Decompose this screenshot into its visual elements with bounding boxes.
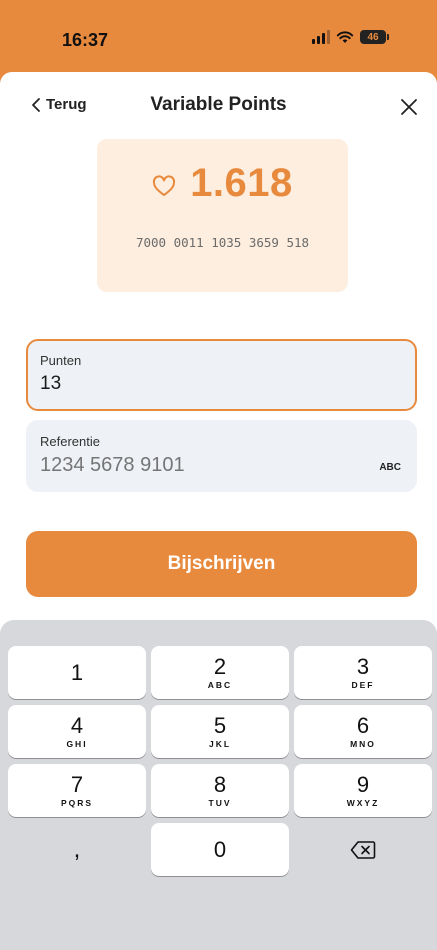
comma-label: , (73, 835, 81, 863)
points-card: 1.618 7000 0011 1035 3659 518 (97, 139, 348, 292)
close-icon[interactable] (398, 96, 420, 118)
key-digit: 9 (356, 772, 370, 797)
key-delete[interactable] (294, 823, 432, 876)
delete-icon (350, 840, 376, 859)
card-number: 7000 0011 1035 3659 518 (135, 235, 310, 250)
wifi-icon (336, 31, 354, 43)
key-letters: MNO (350, 739, 376, 749)
status-time: 16:37 (62, 30, 109, 50)
key-digit: 1 (70, 659, 84, 685)
key-0[interactable]: 0 (151, 823, 289, 876)
key-letters: PQRS (60, 798, 94, 808)
bijschrijven-button[interactable]: Bijschrijven (26, 531, 417, 597)
key-6[interactable]: 6 MNO (294, 705, 432, 758)
key-letters: WXYZ (346, 798, 380, 808)
key-letters: ABC (207, 680, 233, 690)
key-digit: 5 (213, 713, 227, 738)
key-letters: GHI (66, 739, 88, 749)
key-4[interactable]: 4 GHI (8, 705, 146, 758)
signal-icon (312, 30, 330, 44)
keyboard-type-badge[interactable]: ABC (379, 462, 401, 473)
key-digit: 2 (213, 654, 227, 679)
key-digit: 3 (356, 654, 370, 679)
battery-icon: 46 (360, 30, 389, 44)
heart-icon (153, 174, 176, 196)
status-icons: 46 (312, 30, 389, 44)
key-3[interactable]: 3 DEF (294, 646, 432, 699)
sheet: Variable Points Terug 1.618 7000 0011 10… (0, 72, 437, 950)
referentie-input[interactable] (40, 454, 340, 477)
key-2[interactable]: 2 ABC (151, 646, 289, 699)
key-letters: JKL (208, 739, 232, 749)
key-letters: DEF (351, 680, 375, 690)
back-button[interactable]: Terug (30, 96, 87, 113)
punten-input[interactable]: 13 (40, 373, 340, 395)
key-8[interactable]: 8 TUV (151, 764, 289, 817)
key-digit: 0 (213, 836, 227, 862)
punten-label: Punten (40, 353, 82, 368)
punten-field[interactable]: Punten 13 (26, 339, 417, 411)
key-7[interactable]: 7 PQRS (8, 764, 146, 817)
status-bar: 16:37 46 (0, 0, 437, 76)
key-digit: 6 (356, 713, 370, 738)
key-5[interactable]: 5 JKL (151, 705, 289, 758)
key-digit: 4 (70, 713, 84, 738)
numeric-keyboard: 1 2 ABC 3 DEF 4 GHI 5 JKL 6 MNO 7 PQRS 8… (0, 620, 437, 950)
referentie-label: Referentie (40, 434, 100, 449)
key-1[interactable]: 1 (8, 646, 146, 699)
key-comma[interactable]: , (8, 823, 146, 876)
back-label: Terug (46, 96, 87, 113)
points-value: 1.618 (190, 161, 293, 205)
key-digit: 8 (213, 772, 227, 797)
points-row: 1.618 (97, 161, 348, 206)
key-digit: 7 (70, 772, 84, 797)
nav-bar: Variable Points Terug (0, 72, 437, 142)
chevron-left-icon (32, 97, 40, 112)
referentie-field[interactable]: Referentie ABC (26, 420, 417, 492)
key-9[interactable]: 9 WXYZ (294, 764, 432, 817)
key-letters: TUV (208, 798, 232, 808)
